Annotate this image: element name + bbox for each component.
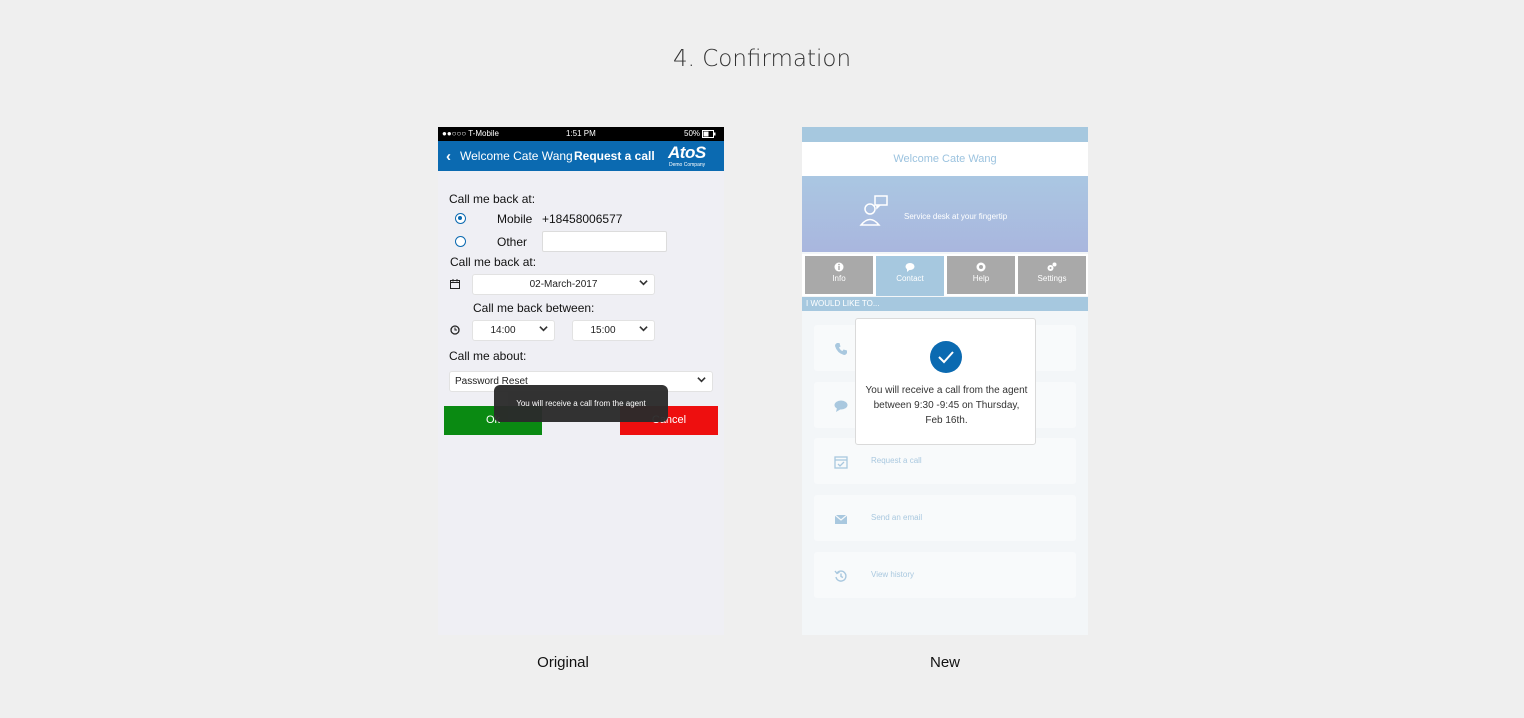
phone-icon bbox=[835, 343, 847, 355]
chevron-down-icon bbox=[697, 377, 706, 383]
between-label: Call me back between: bbox=[473, 301, 595, 315]
top-strip bbox=[802, 127, 1088, 142]
logo-subtitle: Demo Company bbox=[669, 162, 706, 168]
gears-icon bbox=[1047, 262, 1057, 271]
time-from-value: 14:00 bbox=[490, 325, 516, 336]
action-label: Send an email bbox=[871, 513, 923, 522]
header-title: Welcome Cate Wang bbox=[802, 142, 1088, 176]
action-row-history[interactable]: View history bbox=[814, 552, 1076, 598]
confirmation-message: You will receive a call from the agent b… bbox=[865, 385, 1028, 426]
clock-icon bbox=[450, 325, 460, 335]
lifebuoy-icon bbox=[976, 262, 986, 272]
about-label: Call me about: bbox=[449, 349, 527, 363]
check-circle-icon bbox=[930, 341, 962, 373]
toast-message: You will receive a call from the agent bbox=[494, 385, 668, 422]
action-label: View history bbox=[871, 570, 914, 579]
navigation-bar: ‹ Welcome Cate Wang Request a call AtoS … bbox=[438, 141, 724, 171]
chevron-down-icon bbox=[539, 326, 548, 332]
calendar-icon bbox=[450, 279, 460, 289]
confirmation-modal: You will receive a call from the agent b… bbox=[855, 318, 1036, 445]
tab-help[interactable]: Help bbox=[947, 256, 1015, 294]
battery-icon bbox=[702, 130, 716, 138]
other-label: Other bbox=[497, 235, 528, 249]
envelope-icon bbox=[834, 514, 848, 524]
chat-icon bbox=[905, 263, 915, 272]
tab-label: Info bbox=[832, 274, 846, 283]
call-back-label: Call me back at: bbox=[449, 192, 536, 206]
nav-title: Request a call bbox=[574, 149, 655, 163]
hero-tagline: Service desk at your fingertip bbox=[904, 212, 1008, 221]
date-select[interactable]: 02-March-2017 bbox=[472, 274, 655, 295]
status-time: 1:51 PM bbox=[566, 129, 596, 138]
support-person-icon bbox=[859, 195, 888, 226]
caption-original: Original bbox=[537, 654, 589, 671]
carrier-label: ●●○○○ T-Mobile bbox=[442, 129, 499, 138]
back-button[interactable]: Welcome Cate Wang bbox=[460, 149, 573, 163]
section-label: I WOULD LIKE TO... bbox=[802, 297, 1088, 311]
mobile-number: +18458006577 bbox=[542, 212, 623, 226]
new-screen: Welcome Cate Wang Service desk at your f… bbox=[802, 127, 1088, 635]
back-chevron-icon[interactable]: ‹ bbox=[446, 148, 451, 165]
call-back-date-label: Call me back at: bbox=[450, 255, 537, 269]
mobile-label: Mobile bbox=[497, 212, 533, 226]
caption-new: New bbox=[929, 654, 960, 671]
radio-mobile[interactable] bbox=[455, 213, 466, 224]
date-value: 02-March-2017 bbox=[529, 279, 598, 290]
tab-settings[interactable]: Settings bbox=[1018, 256, 1086, 294]
chevron-down-icon bbox=[639, 326, 648, 332]
history-icon bbox=[834, 570, 847, 582]
time-to-value: 15:00 bbox=[590, 325, 616, 336]
atos-logo: AtoS bbox=[668, 143, 706, 162]
time-from-select[interactable]: 14:00 bbox=[472, 320, 555, 341]
calendar-check-icon bbox=[834, 456, 848, 469]
battery-label: 50% bbox=[684, 129, 701, 138]
info-icon bbox=[834, 262, 844, 272]
tab-contact[interactable]: Contact bbox=[876, 256, 944, 296]
action-label: Request a call bbox=[871, 456, 922, 465]
other-number-input[interactable] bbox=[542, 231, 667, 252]
chevron-down-icon bbox=[639, 280, 648, 286]
radio-other[interactable] bbox=[455, 236, 466, 247]
time-to-select[interactable]: 15:00 bbox=[572, 320, 655, 341]
original-screen: ●●○○○ T-Mobile 1:51 PM 50% ‹ Welcome Cat… bbox=[438, 127, 724, 635]
tab-info[interactable]: Info bbox=[805, 256, 873, 294]
tab-label: Contact bbox=[896, 274, 924, 283]
status-bar: ●●○○○ T-Mobile 1:51 PM 50% bbox=[438, 127, 724, 141]
action-row-email[interactable]: Send an email bbox=[814, 495, 1076, 541]
page-title: 4. Confirmation bbox=[672, 46, 852, 72]
tab-label: Help bbox=[972, 274, 990, 283]
hero-banner: Service desk at your fingertip bbox=[802, 176, 1088, 252]
tab-label: Settings bbox=[1037, 274, 1067, 283]
tab-bar: Info Contact Help Settings bbox=[802, 254, 1088, 296]
chat-icon bbox=[834, 400, 848, 412]
